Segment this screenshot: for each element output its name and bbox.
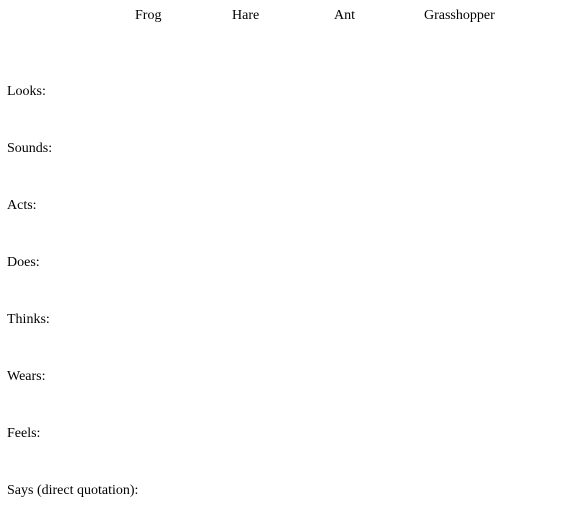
- row-label-sounds: Sounds:: [7, 141, 53, 156]
- column-header-ant: Ant: [334, 8, 355, 23]
- row-label-wears: Wears:: [7, 369, 46, 384]
- row-label-looks: Looks:: [7, 84, 46, 99]
- row-label-says: Says (direct quotation):: [7, 483, 139, 498]
- row-label-acts: Acts:: [7, 198, 37, 213]
- character-chart-page: Frog Hare Ant Grasshopper Looks: Sounds:…: [0, 0, 586, 518]
- row-label-does: Does:: [7, 255, 40, 270]
- column-header-hare: Hare: [232, 8, 260, 23]
- column-header-grasshopper: Grasshopper: [424, 8, 495, 23]
- row-label-thinks: Thinks:: [7, 312, 50, 327]
- column-header-frog: Frog: [135, 8, 162, 23]
- row-label-feels: Feels:: [7, 426, 41, 441]
